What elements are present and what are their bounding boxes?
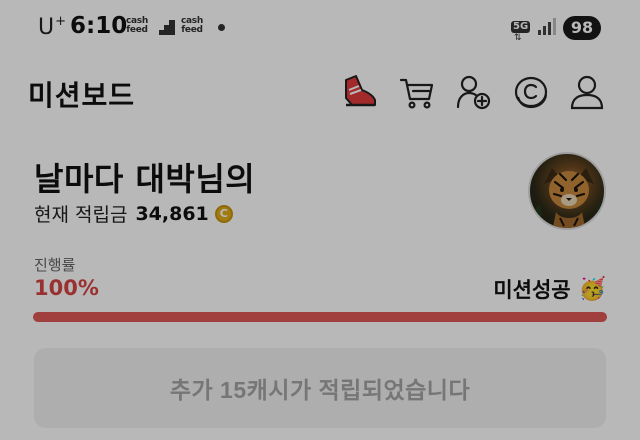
progress-label: 진행률 bbox=[34, 256, 76, 274]
coin-badge-icon: C bbox=[214, 204, 233, 223]
mission-status: 미션성공 🥳 bbox=[493, 274, 606, 304]
cart-icon[interactable] bbox=[397, 72, 437, 112]
points-label: 현재 적립금 bbox=[34, 204, 128, 226]
progress-percent: 100% bbox=[34, 276, 99, 300]
party-face-icon: 🥳 bbox=[578, 276, 606, 302]
status-time: 6:10 bbox=[70, 13, 128, 39]
network-5g-icon: 5G ⇅ bbox=[511, 21, 531, 43]
add-friend-icon[interactable] bbox=[454, 72, 494, 112]
page-title: 미션보드 bbox=[28, 79, 136, 112]
profile-section: 날마다 대박님의 현재 적립금 34,861 C bbox=[0, 126, 640, 246]
cashfeed-icon: cash feed bbox=[181, 16, 203, 35]
progress-section: 진행률 100% 미션성공 🥳 bbox=[0, 246, 640, 336]
carrier-label: U+ bbox=[38, 14, 67, 40]
progress-bar bbox=[33, 312, 607, 322]
mission-status-text: 미션성공 bbox=[493, 278, 571, 302]
progress-bar-fill bbox=[33, 312, 607, 322]
profile-icon[interactable] bbox=[567, 72, 607, 112]
cashfeed-icon: cash feed bbox=[126, 16, 148, 35]
signal-icon bbox=[538, 18, 556, 35]
status-bar: U+ 6:10 cash feed cash feed 5G ⇅ 98 bbox=[0, 0, 640, 58]
points-amount: 34,861 bbox=[135, 202, 209, 225]
user-greeting: 날마다 대박님의 bbox=[34, 160, 256, 198]
app-header: 미션보드 bbox=[0, 58, 640, 126]
reward-status-button[interactable]: 추가 15캐시가 적립되었습니다 bbox=[34, 348, 606, 428]
shoe-icon[interactable] bbox=[340, 72, 380, 112]
battery-indicator: 98 bbox=[563, 16, 601, 40]
notification-dot bbox=[218, 24, 225, 31]
coin-icon[interactable] bbox=[511, 72, 551, 112]
stairs-app-icon bbox=[159, 19, 175, 38]
points-summary: 현재 적립금 34,861 C bbox=[34, 200, 233, 227]
avatar[interactable] bbox=[528, 152, 606, 230]
